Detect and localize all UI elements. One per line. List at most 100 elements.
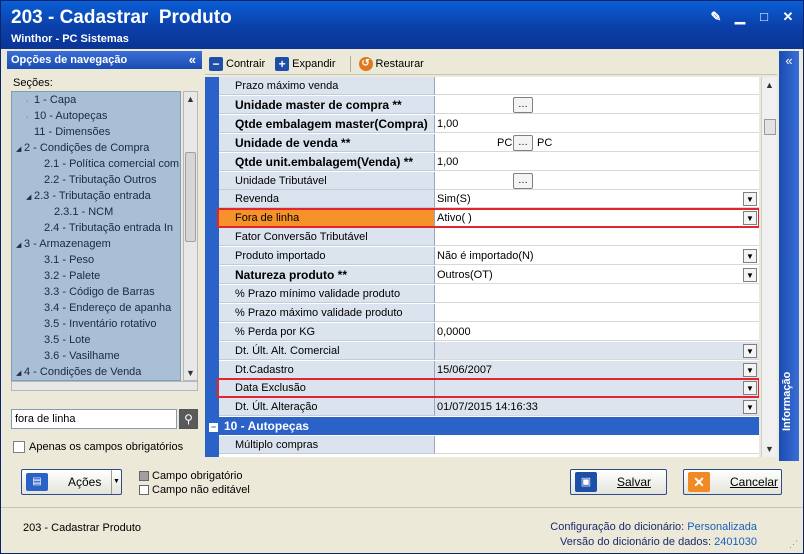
grid-row[interactable]: % Perda por KG 0,0000 (219, 322, 759, 341)
expand-arrow-icon[interactable]: ◢ (16, 366, 24, 380)
field-value[interactable] (435, 228, 759, 247)
field-value[interactable]: 15/06/2007 ▼ (435, 360, 759, 379)
grid-row[interactable]: Unidade master de compra **… (219, 95, 759, 114)
field-value[interactable] (435, 303, 759, 322)
tree-item-label: 3.1 - Peso (44, 254, 95, 266)
cancel-button[interactable]: ✕ Cancelar (683, 469, 782, 495)
group-row-autopecas[interactable]: −10 - Autopeças (205, 417, 759, 436)
field-value[interactable]: Outros(OT) ▼ (435, 266, 759, 284)
dict-version-label: Versão do dicionário de dados: (560, 536, 712, 548)
close-button[interactable]: ✕ (779, 9, 797, 25)
collapse-info-icon[interactable]: « (779, 53, 799, 68)
field-value[interactable] (435, 436, 759, 455)
search-icon[interactable]: ⚲ (179, 409, 198, 429)
grid-row[interactable]: Unidade Tributável… (219, 171, 759, 190)
tree-item[interactable]: 11 - Dimensões (12, 124, 180, 140)
dropdown-arrow-icon[interactable]: ▼ (743, 362, 757, 377)
grid-row[interactable]: Produto importado Não é importado(N) ▼ (219, 247, 759, 266)
restore-icon: ↺ (358, 56, 373, 71)
field-value[interactable]: 1,00 (435, 152, 759, 171)
resize-grip-icon[interactable]: ⋰ (789, 539, 801, 551)
grid-row[interactable]: Unidade de venda ** PC… PC (219, 133, 759, 152)
grid-row[interactable]: Qtde unit.embalagem(Venda) ** 1,00 (219, 152, 759, 171)
save-button[interactable]: ▣ Salvar (570, 469, 667, 495)
ellipsis-button[interactable]: … (513, 172, 533, 189)
field-value[interactable]: Não é importado(N) ▼ (435, 247, 759, 266)
dropdown-arrow-icon[interactable]: ▼ (743, 249, 757, 264)
restore-button[interactable]: ↺ Restaurar (358, 56, 430, 71)
tree-item[interactable]: ◢ 2 - Condições de Compra (12, 140, 180, 156)
tree-item[interactable]: 3.1 - Peso (12, 252, 180, 268)
dropdown-arrow-icon[interactable]: ▼ (743, 343, 757, 358)
grid-row[interactable]: Fator Conversão Tributável (219, 228, 759, 247)
ellipsis-button[interactable]: … (513, 96, 533, 113)
field-value[interactable]: ▼ (435, 341, 759, 360)
tree-item[interactable]: · 1 - Capa (12, 92, 180, 108)
tree-item[interactable]: 2.1 - Política comercial com (12, 156, 180, 172)
dropdown-arrow-icon[interactable]: ▼ (743, 268, 757, 282)
tree-item[interactable]: 3.4 - Endereço de apanha (12, 300, 180, 316)
edit-icon[interactable]: ✎ (707, 9, 725, 25)
scroll-thumb[interactable] (764, 119, 776, 135)
tree-item[interactable]: 3.3 - Código de Barras (12, 284, 180, 300)
tree-item[interactable]: 3.5 - Inventário rotativo (12, 316, 180, 332)
actions-icon: ▤ (26, 473, 48, 491)
grid-row[interactable]: Qtde embalagem master(Compra) 1,00 (219, 114, 759, 133)
tree-vertical-scrollbar[interactable]: ▲ ▼ (183, 91, 198, 381)
field-value[interactable]: … (435, 95, 759, 114)
actions-dropdown-icon[interactable]: ▼ (111, 470, 121, 494)
scroll-down-icon[interactable]: ▼ (184, 366, 197, 380)
field-value[interactable] (435, 284, 759, 303)
tree-horizontal-scrollbar[interactable] (11, 381, 198, 391)
search-input[interactable] (11, 409, 177, 429)
grid-row[interactable]: Dt. Últ. Alt. Comercial ▼ (219, 341, 759, 360)
tree-item[interactable]: 2.4 - Tributação entrada In (12, 220, 180, 236)
grid-vertical-scrollbar[interactable]: ▲ ▼ (761, 77, 777, 457)
tree-item[interactable]: ◢ 2.3 - Tributação entrada (12, 188, 180, 204)
scroll-down-icon[interactable]: ▼ (762, 441, 777, 457)
scroll-thumb[interactable] (185, 152, 196, 242)
only-required-checkbox[interactable]: Apenas os campos obrigatórios (13, 441, 183, 453)
tree-item[interactable]: 3.2 - Palete (12, 268, 180, 284)
tree-item[interactable]: ◢ 3 - Armazenagem (12, 236, 180, 252)
collapse-nav-icon[interactable]: « (189, 51, 196, 69)
field-value[interactable] (435, 77, 759, 95)
contract-button[interactable]: − Contrair (209, 56, 271, 71)
maximize-button[interactable]: □ (755, 9, 773, 25)
grid-row[interactable]: Natureza produto ** Outros(OT) ▼ (219, 266, 759, 284)
grid-row[interactable]: Prazo máximo venda (219, 77, 759, 95)
dropdown-arrow-icon[interactable]: ▼ (743, 400, 757, 415)
tree-item[interactable]: ◢ 4 - Condições de Venda (12, 364, 180, 380)
field-value[interactable]: Sim(S) ▼ (435, 190, 759, 209)
grid-row[interactable]: Dt. Últ. Alteração 01/07/2015 14:16:33 ▼ (219, 398, 759, 417)
collapse-group-icon[interactable]: − (209, 423, 218, 433)
actions-button[interactable]: ▤ Ações ▼ (21, 469, 122, 495)
plus-icon: + (275, 56, 290, 71)
field-value[interactable]: 1,00 (435, 114, 759, 133)
scroll-up-icon[interactable]: ▲ (762, 77, 777, 93)
tree-item[interactable]: 3.5 - Lote (12, 332, 180, 348)
grid-row[interactable]: % Prazo mínimo validade produto (219, 284, 759, 303)
minimize-button[interactable]: ▁ (731, 9, 749, 25)
field-value[interactable]: PC… PC (435, 133, 759, 152)
tree-item[interactable]: 2.2 - Tributação Outros (12, 172, 180, 188)
ellipsis-button[interactable]: … (513, 134, 533, 151)
grid-row[interactable]: % Prazo máximo validade produto (219, 303, 759, 322)
field-value[interactable]: 0,0000 (435, 322, 759, 341)
expand-button[interactable]: + Expandir (275, 56, 341, 71)
legend-required: Campo obrigatório (152, 470, 243, 482)
information-tab[interactable]: « Informação (779, 51, 799, 461)
tree-item-label: 2.2 - Tributação Outros (44, 174, 157, 186)
grid-row[interactable]: Dt.Cadastro 15/06/2007 ▼ (219, 360, 759, 379)
field-value[interactable]: … (435, 171, 759, 190)
sections-tree[interactable]: · 1 - Capa · 10 - Autopeças 11 - Dimensões ◢ 2… (11, 91, 181, 381)
tree-item[interactable]: 2.3.1 - NCM (12, 204, 180, 220)
checkbox-box[interactable] (13, 441, 25, 453)
grid-row[interactable]: Revenda Sim(S) ▼ (219, 190, 759, 209)
grid-row[interactable]: Múltiplo compras (219, 436, 759, 455)
tree-item[interactable]: 3.6 - Vasilhame (12, 348, 180, 364)
tree-item[interactable]: · 10 - Autopeças (12, 108, 180, 124)
field-value[interactable]: 01/07/2015 14:16:33 ▼ (435, 398, 759, 417)
scroll-up-icon[interactable]: ▲ (184, 92, 197, 106)
dropdown-arrow-icon[interactable]: ▼ (743, 192, 757, 207)
